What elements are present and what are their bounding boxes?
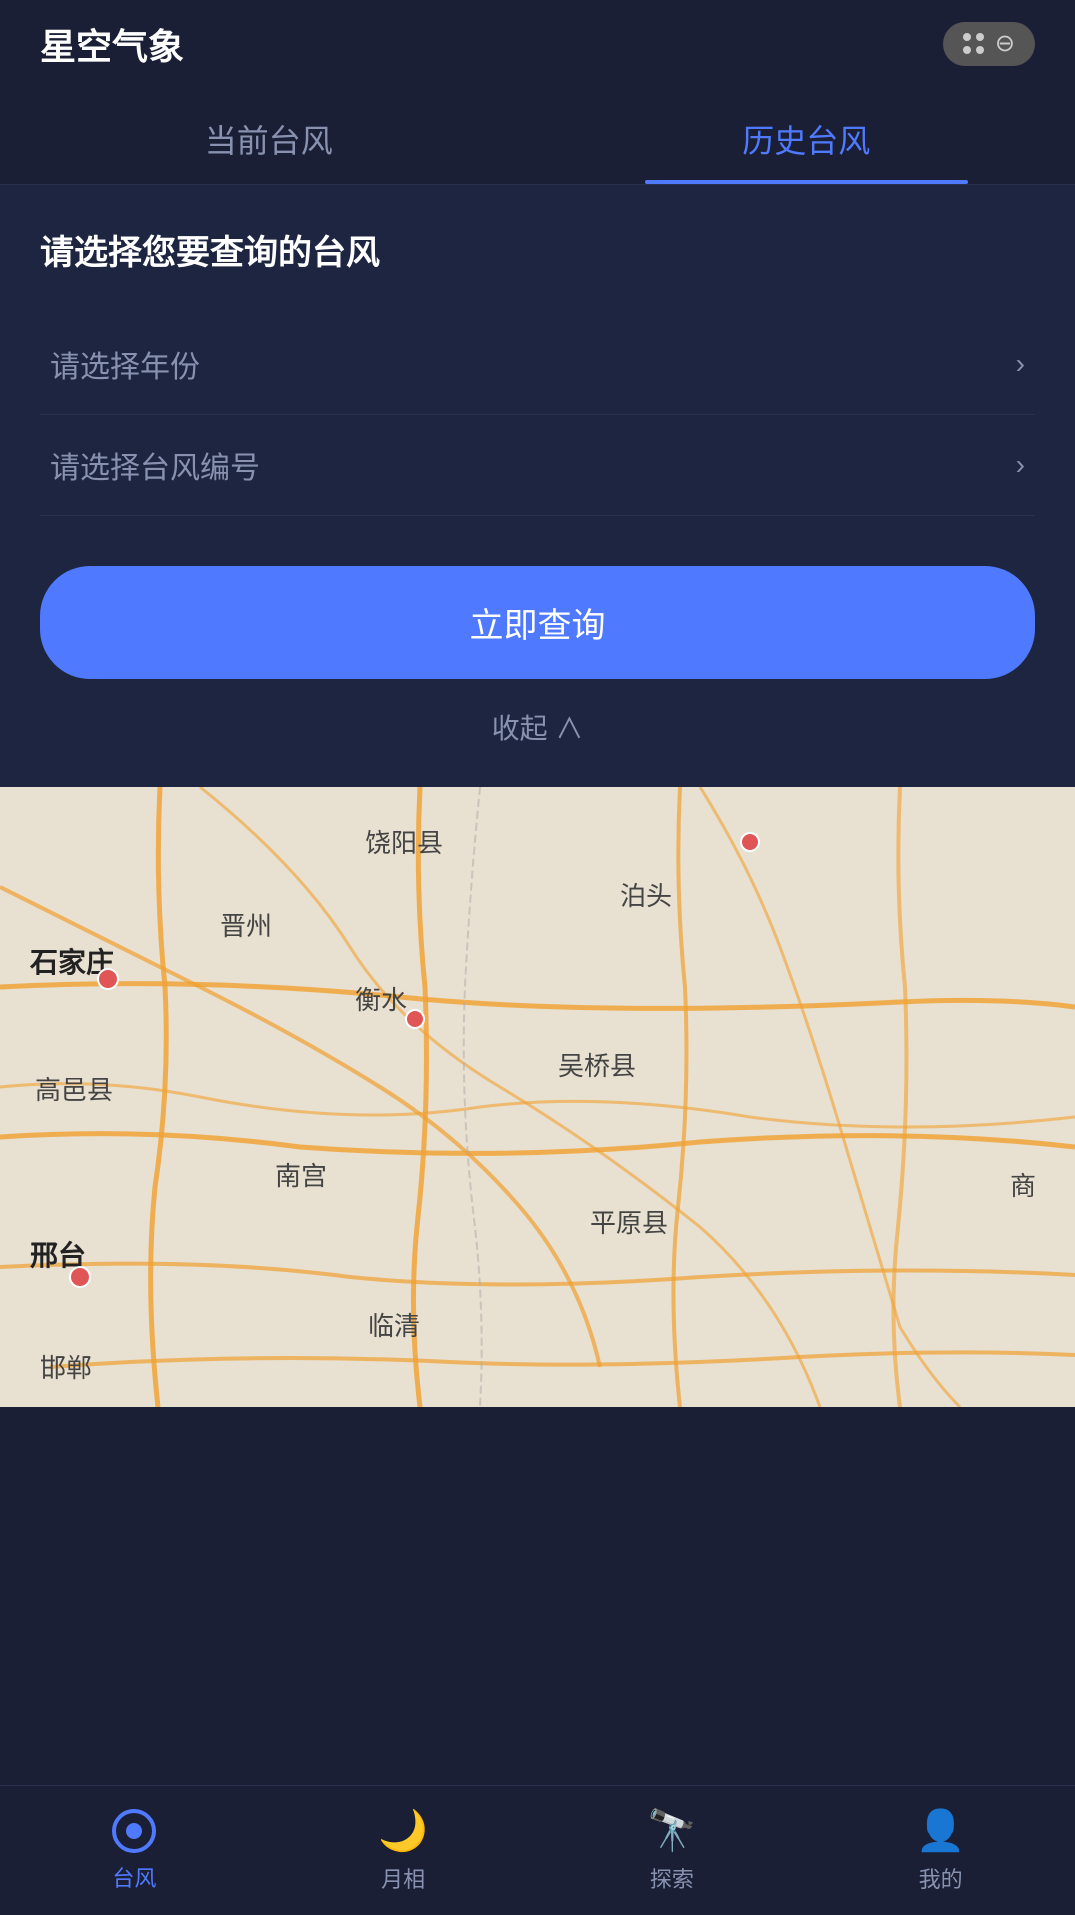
nav-item-moon[interactable]: 🌙 月相 xyxy=(269,1786,538,1915)
nav-label-mine: 我的 xyxy=(919,1862,963,1894)
minus-icon: ⊖ xyxy=(995,32,1015,56)
header: 星空气象 ⊖ xyxy=(0,0,1075,88)
svg-text:邯郸: 邯郸 xyxy=(40,1353,92,1383)
svg-text:泊头: 泊头 xyxy=(620,881,672,911)
svg-text:衡水: 衡水 xyxy=(355,985,407,1015)
nav-item-explore[interactable]: 🔭 探索 xyxy=(538,1786,807,1915)
number-select-label: 请选择台风编号 xyxy=(50,443,260,487)
explore-icon: 🔭 xyxy=(647,1807,697,1854)
tab-history-typhoon[interactable]: 历史台风 xyxy=(538,88,1075,184)
collapse-row[interactable]: 收起 ∧ xyxy=(40,679,1035,757)
typhoon-icon xyxy=(112,1809,156,1853)
year-select-row[interactable]: 请选择年份 › xyxy=(40,314,1035,415)
svg-text:饶阳县: 饶阳县 xyxy=(365,828,443,858)
panel-title: 请选择您要查询的台风 xyxy=(40,225,1035,274)
svg-text:临清: 临清 xyxy=(368,1311,420,1341)
svg-text:晋州: 晋州 xyxy=(220,911,272,941)
map-area[interactable]: 石家庄 晋州 饶阳县 泊头 衡水 高邑县 吴桥县 南宫 邢台 平原县 临清 邯郸… xyxy=(0,787,1075,1407)
tab-bar: 当前台风 历史台风 xyxy=(0,88,1075,185)
nav-item-typhoon[interactable]: 台风 xyxy=(0,1786,269,1915)
query-button[interactable]: 立即查询 xyxy=(40,566,1035,679)
nav-label-explore: 探索 xyxy=(650,1862,694,1894)
app-title: 星空气象 xyxy=(40,18,184,70)
svg-text:高邑县: 高邑县 xyxy=(35,1075,113,1105)
map-svg: 石家庄 晋州 饶阳县 泊头 衡水 高邑县 吴桥县 南宫 邢台 平原县 临清 邯郸… xyxy=(0,787,1075,1407)
nav-label-moon: 月相 xyxy=(381,1862,425,1894)
svg-text:南宫: 南宫 xyxy=(275,1161,327,1191)
header-menu-button[interactable]: ⊖ xyxy=(943,22,1035,66)
control-panel: 请选择您要查询的台风 请选择年份 › 请选择台风编号 › 立即查询 收起 ∧ xyxy=(0,185,1075,787)
dots-icon xyxy=(963,33,985,55)
svg-text:吴桥县: 吴桥县 xyxy=(558,1051,636,1081)
bottom-nav: 台风 🌙 月相 🔭 探索 👤 我的 xyxy=(0,1785,1075,1915)
moon-icon: 🌙 xyxy=(378,1807,428,1854)
number-select-row[interactable]: 请选择台风编号 › xyxy=(40,415,1035,516)
svg-text:平原县: 平原县 xyxy=(590,1208,668,1238)
tab-current-typhoon[interactable]: 当前台风 xyxy=(0,88,538,184)
nav-label-typhoon: 台风 xyxy=(112,1861,156,1893)
year-chevron-icon: › xyxy=(1016,348,1025,380)
svg-text:商: 商 xyxy=(1010,1171,1036,1201)
user-icon: 👤 xyxy=(916,1807,966,1854)
nav-item-mine[interactable]: 👤 我的 xyxy=(806,1786,1075,1915)
year-select-label: 请选择年份 xyxy=(50,342,200,386)
number-chevron-icon: › xyxy=(1016,449,1025,481)
svg-text:邢台: 邢台 xyxy=(30,1239,86,1271)
